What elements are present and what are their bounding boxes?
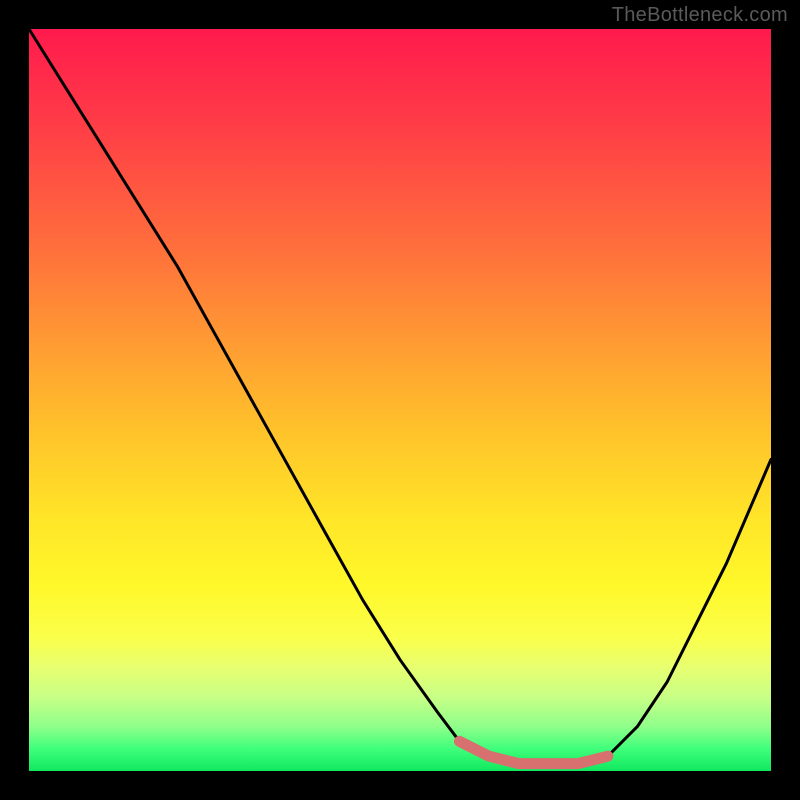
gradient-plot-area: [29, 29, 771, 771]
watermark-text: TheBottleneck.com: [612, 4, 788, 27]
chart-frame: TheBottleneck.com: [0, 0, 800, 800]
